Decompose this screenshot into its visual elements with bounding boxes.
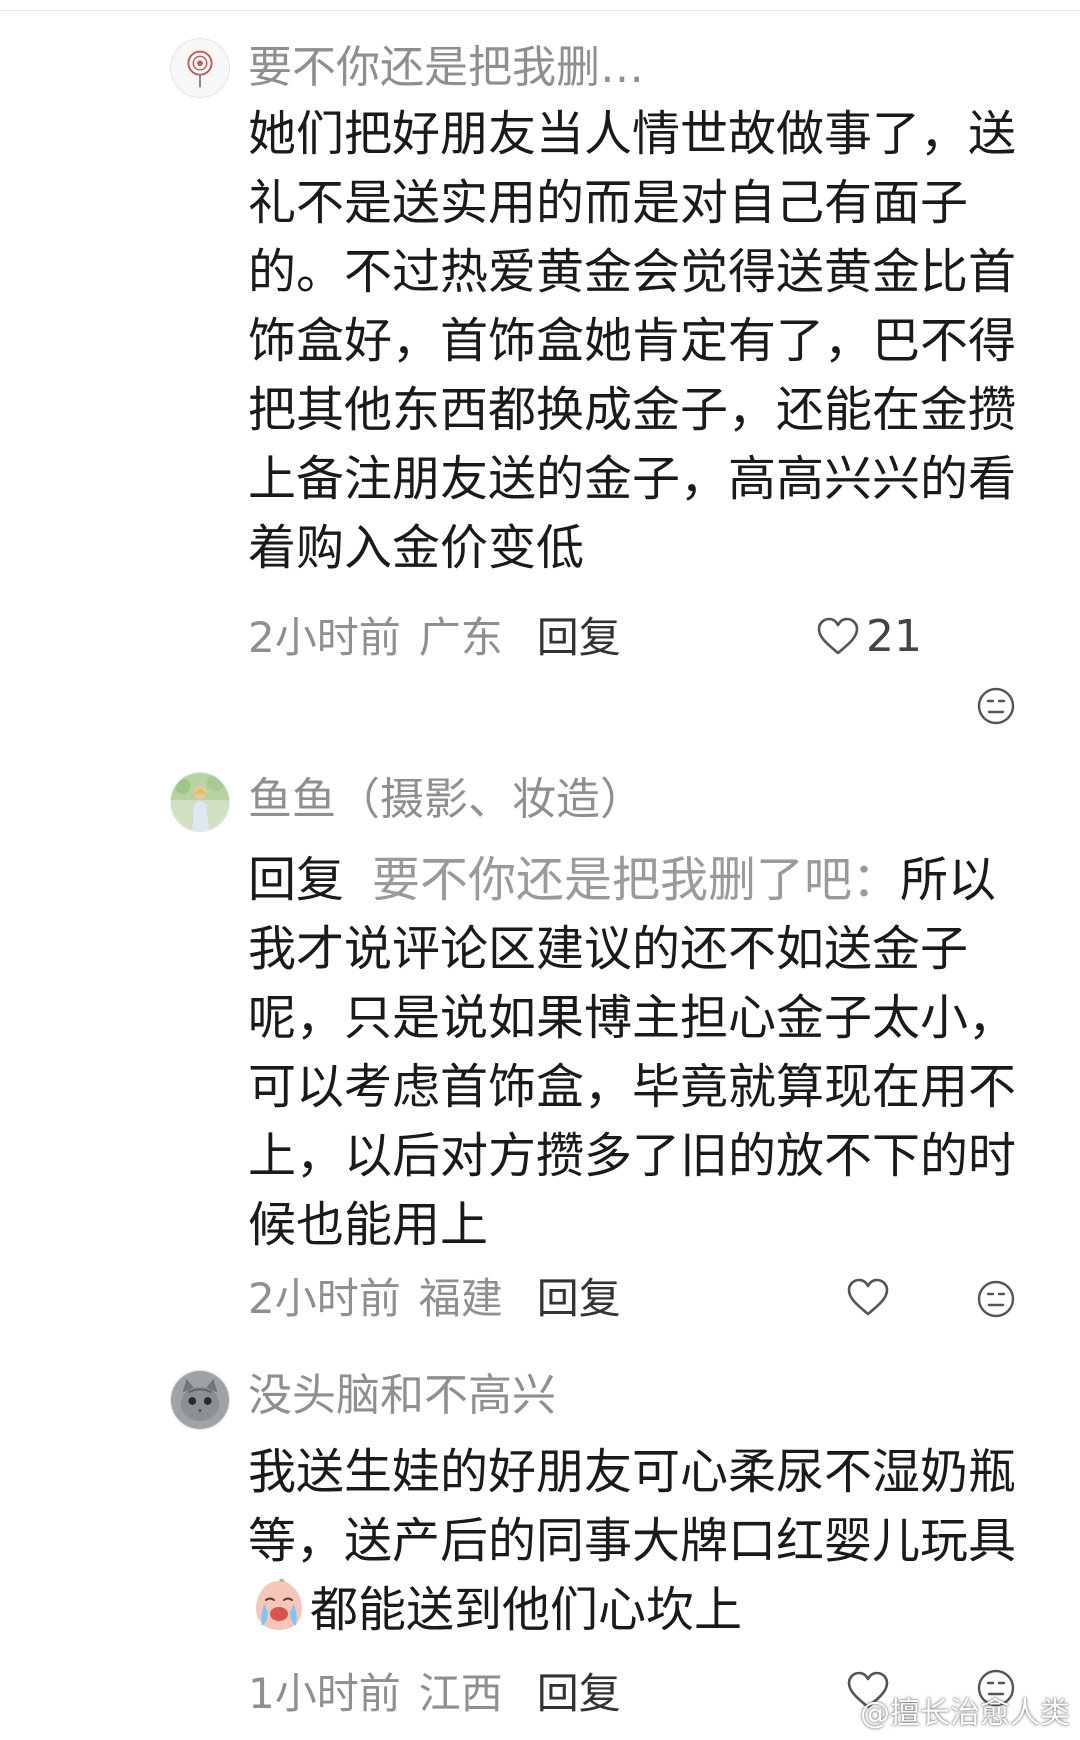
comment-text-body: 我送生娃的好朋友可心柔尿不湿奶瓶等，送产后的同事大牌口红婴儿玩具 (248, 1444, 1017, 1569)
watermark-text: @擅长治愈人类 (860, 1696, 1070, 1731)
comment-location: 江西 (418, 1669, 503, 1718)
like-button[interactable]: 21 (816, 606, 922, 666)
crying-face-emoji-icon (256, 1578, 302, 1630)
lollipop-avatar-icon (171, 39, 229, 97)
comment-meta: 2小时前 福建 回复 (248, 1269, 621, 1329)
emoji-reaction-button[interactable] (976, 686, 1016, 726)
reply-button[interactable]: 回复 (537, 1274, 621, 1323)
top-divider (0, 10, 1080, 11)
like-button[interactable] (846, 1267, 896, 1327)
reply-prefix: 回复 (248, 852, 345, 908)
heart-icon (847, 1278, 889, 1316)
comment-location: 广东 (418, 613, 503, 662)
comment-username[interactable]: 要不你还是把我删… (248, 38, 644, 98)
reply-target-username[interactable]: 要不你还是把我删了吧： (372, 852, 900, 908)
comment-time: 1小时前 (248, 1669, 401, 1718)
reply-button[interactable]: 回复 (537, 613, 621, 662)
comment-time: 2小时前 (248, 1274, 401, 1323)
comment-text-body-continued: 都能送到他们心坎上 (310, 1582, 743, 1638)
avatar[interactable] (170, 38, 230, 98)
emoji-reaction-button[interactable] (976, 1279, 1016, 1319)
cat-avatar-icon (171, 1371, 229, 1429)
smiley-icon (977, 1280, 1015, 1318)
reply-button[interactable]: 回复 (537, 1669, 621, 1718)
heart-icon (817, 617, 859, 655)
comment-text-body: 所以我才说评论区建议的还不如送金子呢，只是说如果博主担心金子太小，可以考虑首饰盒… (248, 852, 1017, 1253)
comment-text: 我送生娃的好朋友可心柔尿不湿奶瓶等，送产后的同事大牌口红婴儿玩具 都能送到他们心… (248, 1438, 1018, 1645)
comment-location: 福建 (418, 1274, 503, 1323)
comment-username[interactable]: 鱼鱼（摄影、妆造） (248, 770, 644, 830)
comment-meta: 1小时前 江西 回复 (248, 1664, 621, 1724)
watermark: @擅长治愈人类 (820, 1696, 1070, 1732)
smiley-icon (977, 687, 1015, 725)
comment-meta: 2小时前 广东 回复 (248, 608, 621, 668)
avatar[interactable] (170, 772, 230, 832)
photo-avatar-icon (171, 773, 229, 831)
comment-time: 2小时前 (248, 613, 401, 662)
comment-text: 她们把好朋友当人情世故做事了，送礼不是送实用的而是对自己有面子的。不过热爱黄金会… (248, 106, 1017, 576)
weibo-logo-icon (820, 1702, 852, 1729)
comment-text: 回复 要不你还是把我删了吧：所以我才说评论区建议的还不如送金子呢，只是说如果博主担… (248, 846, 1018, 1260)
like-count: 21 (866, 610, 922, 662)
comment-username[interactable]: 没头脑和不高兴 (248, 1366, 556, 1426)
avatar[interactable] (170, 1370, 230, 1430)
